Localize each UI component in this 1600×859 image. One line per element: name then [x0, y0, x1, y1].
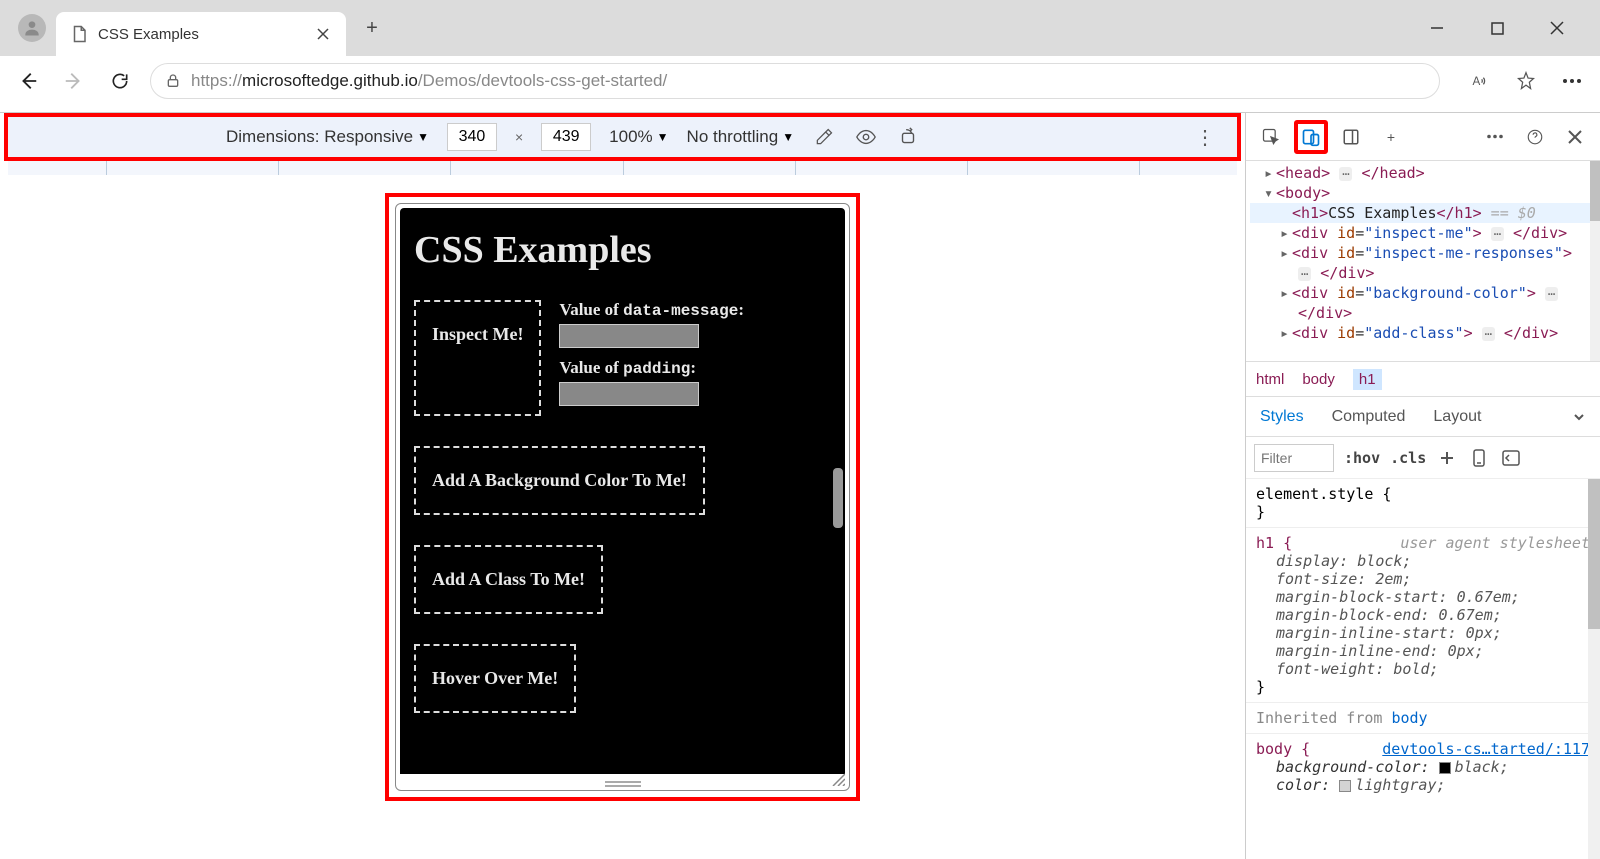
dock-side-button[interactable]: [1334, 120, 1368, 154]
read-aloud-button[interactable]: A: [1464, 65, 1496, 97]
breadcrumb-body[interactable]: body: [1302, 371, 1335, 388]
address-bar[interactable]: https://microsoftedge.github.io/Demos/de…: [150, 63, 1440, 99]
source-link[interactable]: devtools-cs…tarted/:117: [1382, 740, 1590, 758]
breadcrumb-html[interactable]: html: [1256, 371, 1284, 388]
chevron-down-icon[interactable]: [1572, 410, 1586, 424]
elements-tree[interactable]: ▸<head> ⋯ </head> ▾<body> <h1>CSS Exampl…: [1246, 161, 1600, 361]
browser-tab[interactable]: CSS Examples: [56, 12, 346, 56]
devtools-toolbar: +: [1246, 113, 1600, 161]
inspect-element-button[interactable]: [1254, 120, 1288, 154]
breadcrumb-h1[interactable]: h1: [1353, 369, 1382, 390]
add-class-box[interactable]: Add A Class To Me!: [414, 545, 603, 614]
tab-close-button[interactable]: [314, 25, 332, 43]
forward-button[interactable]: [58, 65, 90, 97]
selected-element: <h1>CSS Examples</h1> == $0: [1250, 203, 1596, 223]
rotate-icon[interactable]: [896, 125, 920, 149]
dimensions-dropdown[interactable]: Dimensions: Responsive ▼: [226, 127, 429, 147]
styles-pane[interactable]: element.style { } h1 {user agent stylesh…: [1246, 479, 1600, 859]
elements-scrollbar[interactable]: [1590, 161, 1600, 361]
styles-scrollbar[interactable]: [1588, 479, 1600, 859]
page-title: CSS Examples: [414, 228, 831, 272]
help-button[interactable]: [1518, 120, 1552, 154]
height-input[interactable]: [541, 123, 591, 151]
inspect-me-box[interactable]: Inspect Me!: [414, 300, 541, 416]
dom-breadcrumb: html body h1: [1246, 361, 1600, 397]
page-content: CSS Examples Inspect Me! Value of data-m…: [400, 208, 845, 774]
styles-tabs: Styles Computed Layout: [1246, 397, 1600, 437]
ruler: [8, 161, 1237, 175]
tab-styles[interactable]: Styles: [1260, 408, 1304, 426]
throttling-dropdown[interactable]: No throttling ▼: [687, 127, 795, 147]
settings-more-button[interactable]: [1556, 65, 1588, 97]
dimension-separator: ×: [515, 129, 523, 145]
hover-box[interactable]: Hover Over Me!: [414, 644, 576, 713]
new-tab-button[interactable]: +: [356, 12, 388, 44]
profile-avatar[interactable]: [18, 14, 46, 42]
main-area: Dimensions: Responsive ▼ × 100% ▼ No thr…: [0, 112, 1600, 859]
minimize-button[interactable]: [1422, 13, 1452, 43]
resize-handle-corner[interactable]: [831, 772, 845, 786]
device-toolbar-more-icon[interactable]: ⋮: [1193, 125, 1217, 149]
resize-handle-bottom[interactable]: [396, 778, 849, 790]
device-icon[interactable]: [1468, 447, 1490, 469]
styles-filter-input[interactable]: [1254, 444, 1334, 472]
color-swatch-lightgray[interactable]: [1339, 780, 1351, 792]
zoom-dropdown[interactable]: 100% ▼: [609, 127, 668, 147]
caret-down-icon: ▼: [417, 130, 429, 144]
data-message-input[interactable]: [559, 324, 699, 348]
close-devtools-button[interactable]: [1558, 120, 1592, 154]
devtools-panel: + ▸<head> ⋯ </head> ▾<body> <h1>CSS Exam…: [1245, 113, 1600, 859]
viewport-highlight: CSS Examples Inspect Me! Value of data-m…: [385, 193, 860, 801]
window-controls: [1422, 13, 1592, 43]
toggle-pane-icon[interactable]: [1500, 447, 1522, 469]
close-window-button[interactable]: [1542, 13, 1572, 43]
back-button[interactable]: [12, 65, 44, 97]
page-icon: [70, 25, 88, 43]
svg-text:A: A: [1473, 75, 1481, 88]
cls-button[interactable]: .cls: [1390, 449, 1426, 467]
hov-button[interactable]: :hov: [1344, 449, 1380, 467]
styles-filter-row: :hov .cls: [1246, 437, 1600, 479]
browser-nav-bar: https://microsoftedge.github.io/Demos/de…: [0, 56, 1600, 106]
new-style-rule-button[interactable]: [1436, 447, 1458, 469]
new-tab-devtools-button[interactable]: +: [1374, 120, 1408, 154]
visibility-icon[interactable]: [854, 125, 878, 149]
padding-input[interactable]: [559, 382, 699, 406]
devtools-more-button[interactable]: [1478, 120, 1512, 154]
tab-title: CSS Examples: [98, 26, 304, 43]
maximize-button[interactable]: [1482, 13, 1512, 43]
bg-color-box[interactable]: Add A Background Color To Me!: [414, 446, 705, 515]
favorites-button[interactable]: [1510, 65, 1542, 97]
site-info-icon[interactable]: [165, 72, 181, 90]
color-swatch-black[interactable]: [1439, 762, 1451, 774]
caret-down-icon: ▼: [657, 130, 669, 144]
caret-down-icon: ▼: [782, 130, 794, 144]
value-block: Value of data-message: Value of padding:: [559, 300, 744, 416]
tab-layout[interactable]: Layout: [1433, 408, 1481, 426]
refresh-button[interactable]: [104, 65, 136, 97]
page-viewport-pane: Dimensions: Responsive ▼ × 100% ▼ No thr…: [0, 113, 1245, 859]
eyedropper-icon[interactable]: [812, 125, 836, 149]
tab-computed[interactable]: Computed: [1332, 408, 1406, 426]
width-input[interactable]: [447, 123, 497, 151]
emulated-viewport: CSS Examples Inspect Me! Value of data-m…: [395, 203, 850, 791]
url-text: https://microsoftedge.github.io/Demos/de…: [191, 71, 667, 91]
viewport-scrollbar[interactable]: [833, 468, 843, 528]
toggle-device-toolbar-button[interactable]: [1294, 120, 1328, 154]
device-toolbar: Dimensions: Responsive ▼ × 100% ▼ No thr…: [4, 113, 1241, 161]
browser-titlebar: CSS Examples +: [0, 0, 1600, 56]
